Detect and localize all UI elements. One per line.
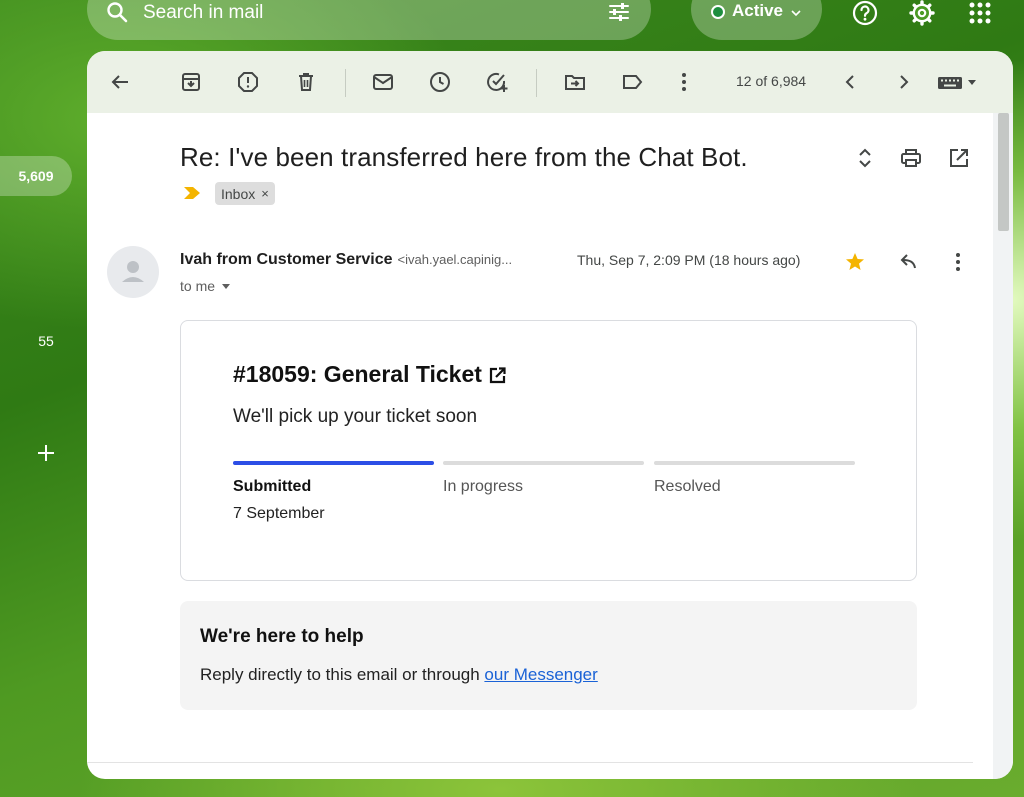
- importance-marker-icon[interactable]: [183, 186, 201, 200]
- email-toolbar: 12 of 6,984: [87, 51, 1013, 113]
- plus-icon[interactable]: [36, 443, 56, 463]
- status-chip[interactable]: Active: [691, 0, 822, 40]
- apps-grid-icon[interactable]: [966, 0, 994, 27]
- open-in-new-window-icon[interactable]: [948, 147, 970, 169]
- sender-line: Ivah from Customer Service <ivah.yael.ca…: [180, 251, 512, 269]
- search-icon[interactable]: [105, 0, 129, 24]
- remove-label-button[interactable]: ×: [261, 186, 269, 201]
- step-name: Resolved: [654, 478, 721, 495]
- step-progress-bar: [654, 461, 855, 465]
- sender-avatar[interactable]: [107, 246, 159, 298]
- inbox-label-chip: Inbox ×: [215, 182, 275, 205]
- back-arrow-icon[interactable]: [108, 70, 132, 94]
- help-text: Reply directly to this email or through …: [200, 665, 598, 685]
- person-icon: [122, 261, 144, 282]
- message-divider: [87, 762, 973, 763]
- help-title: We're here to help: [200, 626, 364, 647]
- chevron-down-icon: [791, 10, 801, 17]
- search-bar[interactable]: [87, 0, 651, 40]
- expand-collapse-icon[interactable]: [854, 147, 876, 169]
- status-label: Active: [731, 1, 784, 20]
- toolbar-divider: [536, 69, 537, 97]
- email-date: Thu, Sep 7, 2:09 PM (18 hours ago): [577, 252, 801, 268]
- ticket-title-text: #18059: General Ticket: [233, 361, 482, 387]
- toolbar-divider: [345, 69, 346, 97]
- external-link-icon: [489, 366, 506, 383]
- mark-unread-icon[interactable]: [371, 70, 395, 94]
- tune-icon[interactable]: [607, 0, 631, 24]
- star-icon[interactable]: [843, 250, 867, 274]
- help-box: We're here to help Reply directly to thi…: [180, 601, 917, 710]
- search-input[interactable]: [143, 2, 607, 24]
- email-panel: 12 of 6,984 Re: I've been transferred he…: [87, 51, 1013, 779]
- step-resolved: Resolved: [654, 461, 855, 496]
- settings-icon[interactable]: [908, 0, 936, 27]
- ticket-subtitle: We'll pick up your ticket soon: [233, 406, 478, 427]
- recipient-line[interactable]: to me: [180, 278, 231, 294]
- chevron-right-icon[interactable]: [891, 70, 915, 94]
- archive-icon[interactable]: [179, 70, 203, 94]
- report-spam-icon[interactable]: [236, 70, 260, 94]
- step-progress-bar: [233, 461, 434, 465]
- more-vert-icon[interactable]: [672, 70, 696, 94]
- add-task-icon[interactable]: [485, 70, 509, 94]
- reply-icon[interactable]: [895, 250, 919, 274]
- sender-email: <ivah.yael.capinig...: [397, 252, 513, 267]
- scrollbar-thumb[interactable]: [998, 113, 1009, 231]
- step-submitted: Submitted 7 September: [233, 461, 434, 523]
- rail-secondary-count[interactable]: 55: [0, 333, 92, 349]
- snooze-icon[interactable]: [428, 70, 452, 94]
- ticket-title[interactable]: #18059: General Ticket: [233, 361, 508, 388]
- keyboard-icon[interactable]: [937, 70, 983, 94]
- delete-icon[interactable]: [294, 70, 318, 94]
- chevron-left-icon[interactable]: [839, 70, 863, 94]
- step-in-progress: In progress: [443, 461, 644, 496]
- label-icon[interactable]: [620, 70, 644, 94]
- messenger-link[interactable]: our Messenger: [484, 665, 597, 684]
- sender-name[interactable]: Ivah from Customer Service: [180, 251, 393, 269]
- help-text-body: Reply directly to this email or through: [200, 665, 485, 684]
- step-progress-bar: [443, 461, 644, 465]
- caret-down-icon[interactable]: [221, 281, 231, 291]
- email-subject: Re: I've been transferred here from the …: [180, 142, 748, 172]
- rail-inbox-count[interactable]: 5,609: [0, 156, 72, 196]
- status-active-dot: [710, 5, 725, 19]
- step-name: In progress: [443, 478, 524, 495]
- help-icon[interactable]: [851, 0, 879, 27]
- step-name: Submitted: [233, 478, 312, 495]
- message-more-icon[interactable]: [946, 250, 970, 274]
- pagination-counter: 12 of 6,984: [736, 73, 807, 89]
- move-to-icon[interactable]: [563, 70, 587, 94]
- ticket-card: #18059: General Ticket We'll pick up you…: [180, 320, 917, 581]
- recipient-text: to me: [180, 278, 216, 294]
- inbox-label-text: Inbox: [221, 185, 256, 202]
- print-icon[interactable]: [900, 147, 922, 169]
- step-date: 7 September: [233, 505, 325, 522]
